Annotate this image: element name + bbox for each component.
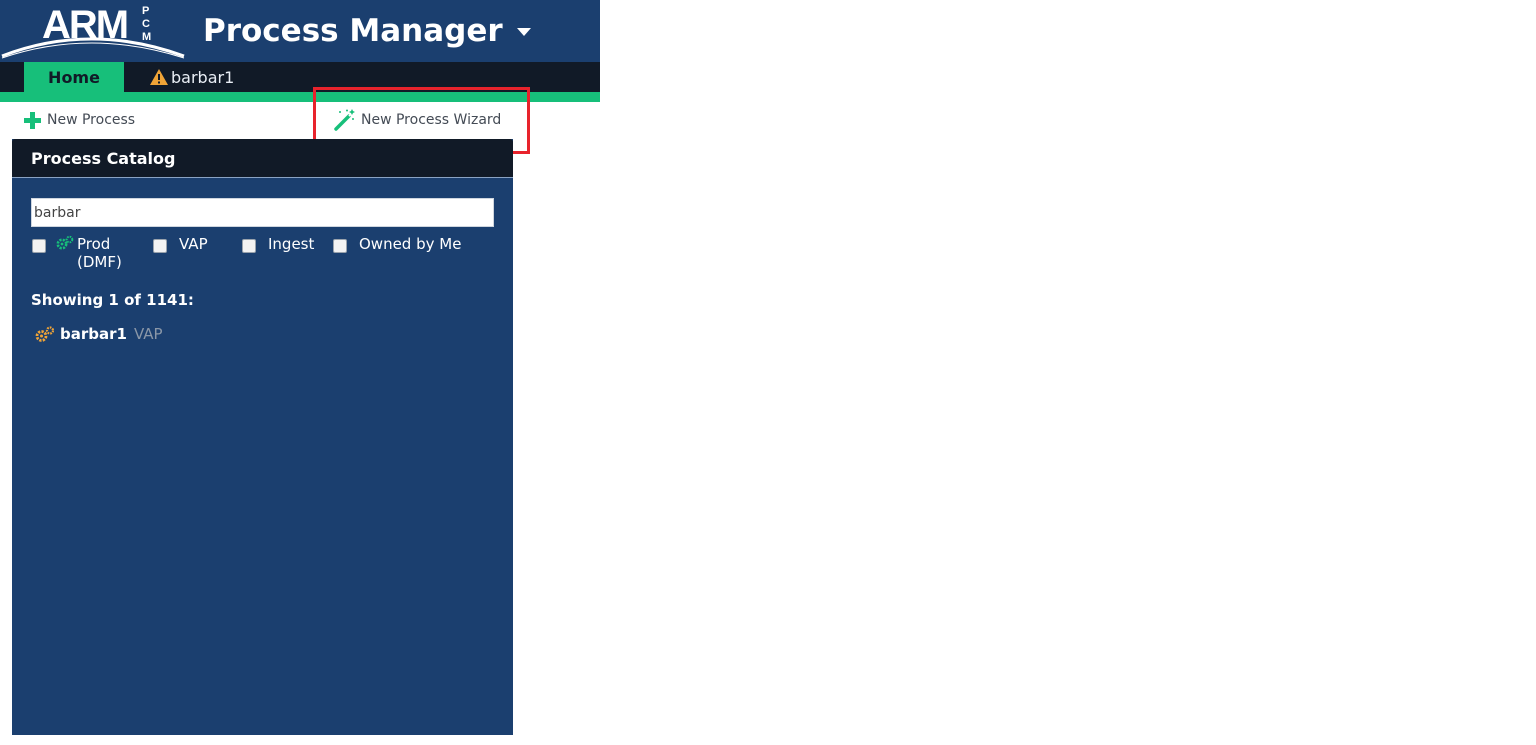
tab-label: barbar1 (171, 67, 235, 87)
arm-pcm-logo: ARM P C M (1, 3, 185, 59)
filter-vap: VAP (153, 235, 208, 253)
filter-prod-label: Prod (DMF) (77, 235, 122, 271)
warning-icon (150, 69, 168, 85)
filter-owned-by-me: Owned by Me (333, 235, 461, 253)
filter-owned-checkbox[interactable] (333, 239, 347, 253)
logo-subtext: P (142, 5, 149, 17)
catalog-search-input[interactable] (31, 198, 494, 227)
wizard-label: New Process Wizard (361, 112, 502, 128)
plus-icon (24, 111, 41, 129)
app-header: ARM P C M Process Manager (0, 0, 600, 62)
filter-ingest-label: Ingest (268, 235, 315, 253)
svg-text:C: C (142, 18, 150, 30)
catalog-header: Process Catalog (12, 139, 513, 178)
filter-ingest: Ingest (242, 235, 314, 253)
svg-text:M: M (142, 31, 151, 43)
filter-prod-checkbox[interactable] (32, 239, 46, 253)
filter-vap-label: VAP (179, 235, 208, 253)
tab-bar: Home barbar1 (0, 62, 600, 92)
new-process-label: New Process (47, 112, 136, 128)
app-title: Process Manager (203, 13, 503, 49)
new-process-button[interactable]: New Process (24, 108, 135, 132)
list-item[interactable]: barbar1 VAP (35, 325, 163, 343)
tab-underline (0, 92, 600, 102)
tab-barbar1[interactable]: barbar1 (149, 62, 234, 92)
app-title-menu[interactable]: Process Manager (203, 10, 531, 52)
filter-owned-label: Owned by Me (359, 235, 462, 253)
new-process-wizard-button[interactable]: New Process Wizard (334, 108, 501, 132)
result-name: barbar1 (60, 325, 127, 343)
results-count: Showing 1 of 1141: (31, 291, 194, 309)
caret-down-icon (516, 28, 531, 36)
filter-vap-checkbox[interactable] (153, 239, 167, 253)
catalog-title: Process Catalog (31, 149, 176, 168)
gears-icon (35, 325, 55, 342)
filter-ingest-checkbox[interactable] (242, 239, 256, 253)
filter-prod-dmf: Prod (DMF) (32, 235, 133, 271)
magic-wand-icon (334, 109, 355, 131)
tab-home[interactable]: Home (24, 62, 124, 92)
result-type: VAP (133, 325, 163, 343)
gears-icon (56, 235, 74, 250)
process-catalog-panel: Process Catalog Prod (DMF) VAP Ingest Ow… (12, 139, 513, 735)
app-window: ARM P C M Process Manager Home barbar1 N… (0, 0, 1536, 745)
